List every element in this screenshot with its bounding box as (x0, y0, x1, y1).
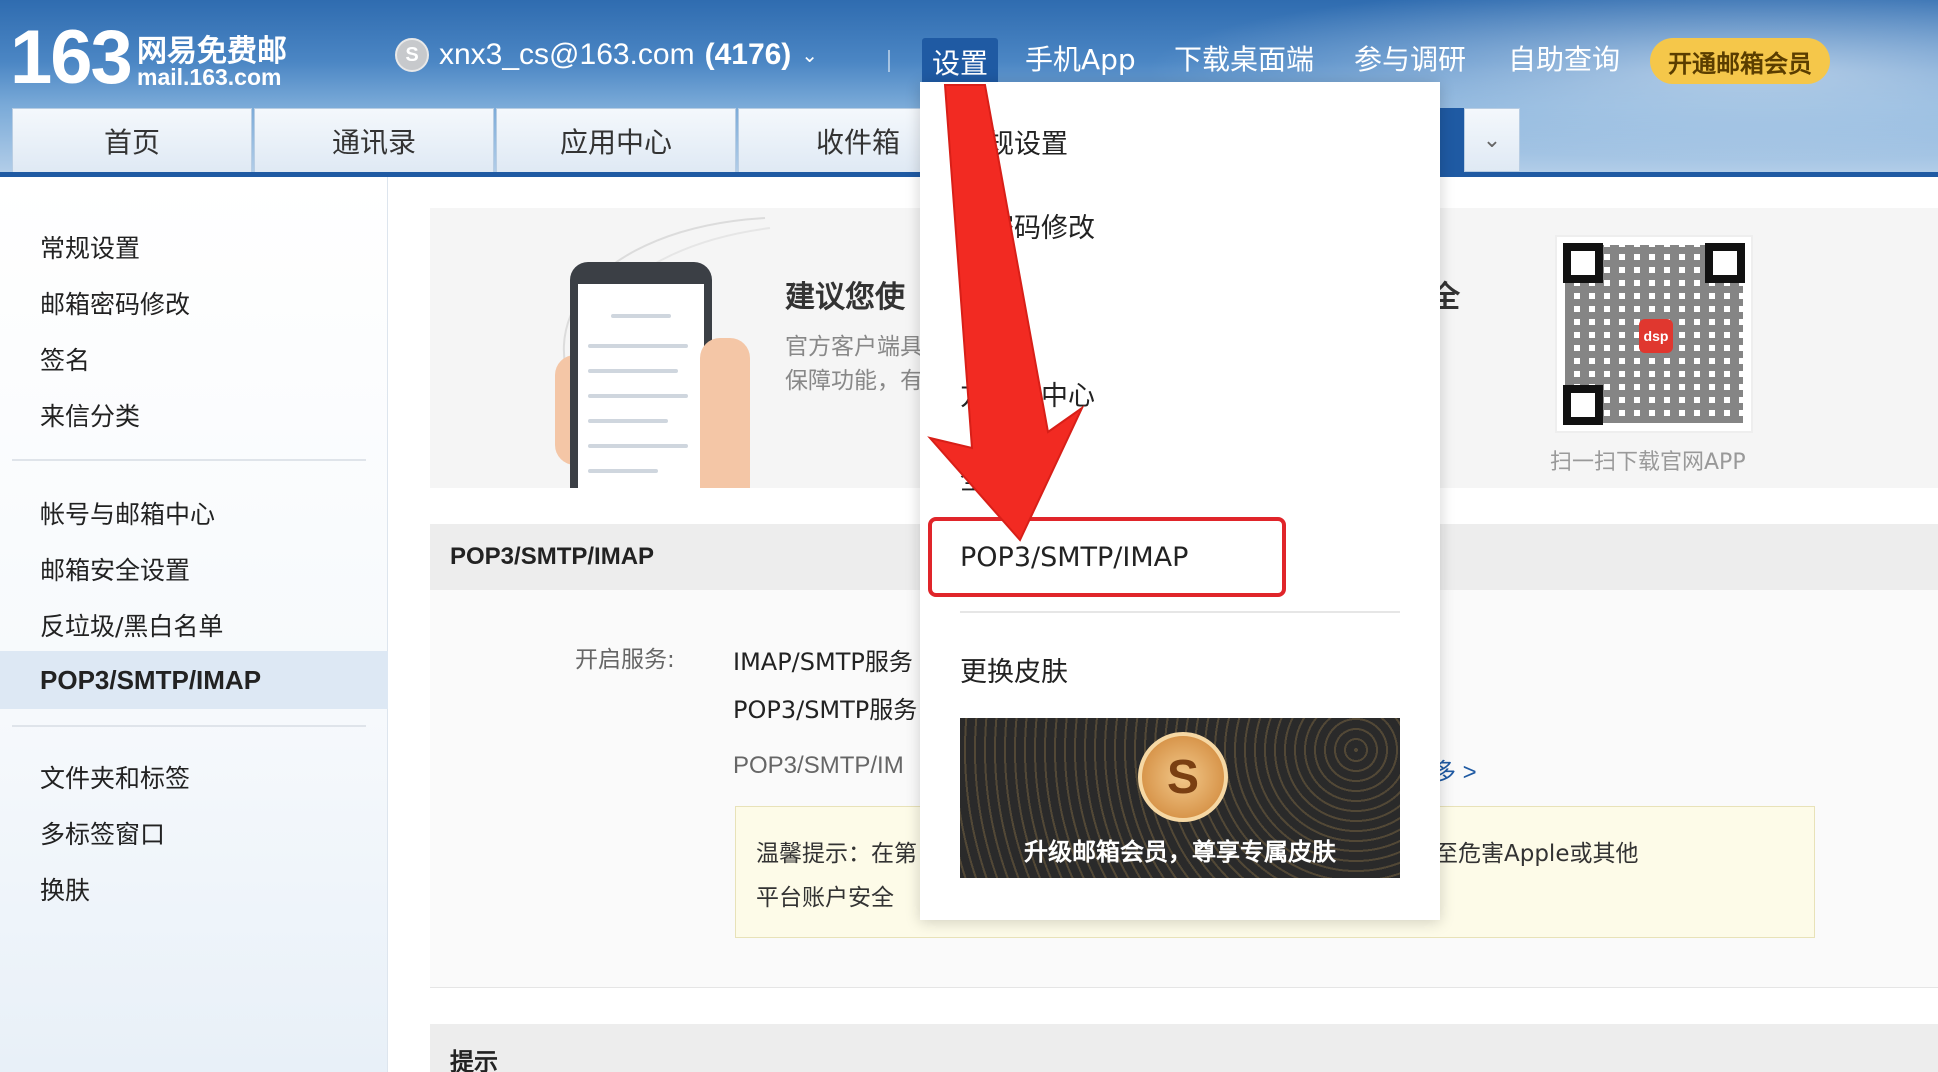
service-note: POP3/SMTP/IM (733, 752, 904, 779)
sidebar-item-password[interactable]: 邮箱密码修改 (40, 285, 190, 321)
sidebar-item-security[interactable]: 邮箱安全设置 (40, 551, 190, 587)
tip-text-line1: 温馨提示：在第 (756, 841, 917, 867)
sidebar-divider (12, 459, 366, 461)
tip-text-line1-tail: 至危害Apple或其他 (1435, 841, 1639, 867)
settings-sidebar: 常规设置 邮箱密码修改 签名 来信分类 帐号与邮箱中心 邮箱安全设置 反垃圾/黑… (0, 177, 388, 1072)
account-email: xnx3_cs@163.com (439, 38, 695, 71)
dropdown-item-security[interactable]: 全设置 (960, 458, 1041, 497)
vip-skin-promo[interactable]: S 升级邮箱会员，尊享专属皮肤 (960, 718, 1400, 878)
banner-subtitle-line1: 官方客户端具 (785, 334, 923, 360)
nav-download-desktop[interactable]: 下载桌面端 (1174, 38, 1314, 78)
hand-right-illustration (700, 338, 750, 488)
qr-logo-icon: dsp (1639, 319, 1673, 353)
logo-url: mail.163.com (137, 64, 282, 90)
tab-home[interactable]: 首页 (12, 108, 252, 172)
nav-self-service[interactable]: 自助查询 (1508, 38, 1620, 78)
tab-more-chevron-icon[interactable]: ⌄ (1464, 108, 1520, 172)
sidebar-divider (12, 725, 366, 727)
chevron-down-icon[interactable]: ⌄ (801, 43, 818, 68)
dropdown-item-password[interactable]: 箱密码修改 (960, 206, 1095, 245)
sidebar-item-multi-tab[interactable]: 多标签窗口 (40, 815, 165, 851)
nav-mobile-app[interactable]: 手机App (1025, 38, 1136, 78)
dropdown-item-general[interactable]: 常规设置 (960, 122, 1068, 161)
sidebar-item-skin[interactable]: 换肤 (40, 871, 90, 907)
vip-coin-icon: S (395, 38, 429, 72)
account-switcher[interactable]: S xnx3_cs@163.com (4176) ⌄ (395, 38, 818, 72)
sidebar-item-general[interactable]: 常规设置 (40, 229, 140, 265)
sidebar-item-antispam[interactable]: 反垃圾/黑白名单 (40, 607, 223, 643)
dropdown-item-english[interactable]: lish (960, 290, 1006, 321)
open-service-label: 开启服务: (575, 647, 675, 673)
dropdown-item-pop3-smtp-imap[interactable]: POP3/SMTP/IMAP (960, 542, 1188, 573)
qr-code: dsp (1555, 235, 1753, 433)
header-divider (888, 50, 890, 72)
sidebar-item-account-center[interactable]: 帐号与邮箱中心 (40, 495, 215, 531)
nav-settings[interactable]: 设置 (922, 38, 999, 86)
phone-illustration (570, 262, 712, 488)
pop3-smtp-service: POP3/SMTP服务 (733, 696, 918, 724)
sidebar-item-folders-tags[interactable]: 文件夹和标签 (40, 759, 190, 795)
sidebar-item-signature[interactable]: 签名 (40, 341, 90, 377)
dropdown-item-account-center[interactable]: 方邮箱中心 (960, 374, 1095, 413)
dropdown-item-change-skin[interactable]: 更换皮肤 (960, 650, 1068, 689)
qr-caption: 扫一扫下载官网APP (1550, 450, 1746, 475)
vip-coin-icon: S (1138, 732, 1228, 822)
banner-subtitle: 官方客户端具 保障功能，有 (785, 330, 923, 398)
promo-text: 升级邮箱会员，尊享专属皮肤 (1024, 838, 1336, 866)
dropdown-divider (960, 611, 1400, 613)
banner-subtitle-line2: 保障功能，有 (785, 368, 923, 394)
hint-section-title: 提示 (430, 1024, 1938, 1072)
tab-contacts[interactable]: 通讯录 (254, 108, 494, 172)
sidebar-item-mail-filter[interactable]: 来信分类 (40, 397, 140, 433)
tip-text-line2: 平台账户安全 (756, 885, 894, 911)
open-vip-button[interactable]: 开通邮箱会员 (1650, 38, 1830, 84)
imap-smtp-service: IMAP/SMTP服务 (733, 648, 913, 676)
logo-163[interactable]: 163 (10, 14, 133, 101)
sidebar-item-pop3-smtp-imap[interactable]: POP3/SMTP/IMAP (0, 651, 388, 709)
unread-count: (4176) (704, 38, 792, 71)
nav-survey[interactable]: 参与调研 (1354, 38, 1466, 78)
tab-app-center[interactable]: 应用中心 (496, 108, 736, 172)
banner-title: 建议您使 (785, 280, 905, 315)
main-tabs: 首页 通讯录 应用中心 收件箱 (12, 108, 980, 172)
